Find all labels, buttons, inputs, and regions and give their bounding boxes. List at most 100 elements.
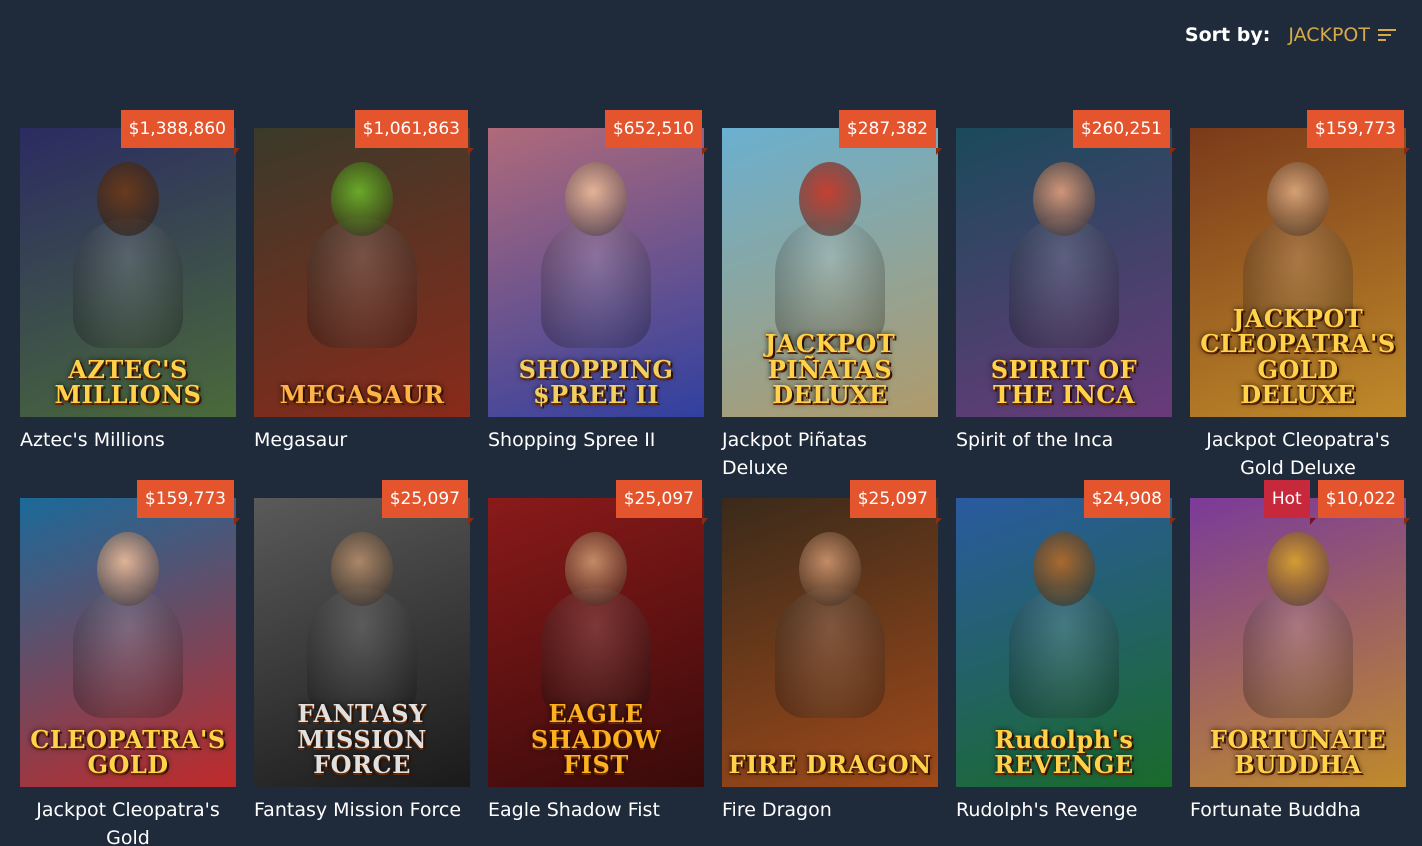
- character-head: [565, 532, 627, 606]
- game-title[interactable]: Eagle Shadow Fist: [488, 796, 704, 824]
- game-card[interactable]: FIRE DRAGON $25,097 Fire Dragon: [722, 480, 943, 846]
- game-title[interactable]: Fantasy Mission Force: [254, 796, 470, 824]
- jackpot-badge: $287,382: [838, 110, 943, 155]
- game-grid: AZTEC'S MILLIONS $1,388,860 Aztec's Millio…: [20, 110, 1411, 846]
- jackpot-badge: $159,773: [1306, 110, 1411, 155]
- game-card[interactable]: FANTASY MISSION FORCE $25,097 Fantasy Miss…: [254, 480, 475, 846]
- game-thumbnail[interactable]: FORTUNATE BUDDHA: [1190, 498, 1406, 787]
- jackpot-badge: $24,908: [1083, 480, 1177, 525]
- character-head: [1033, 162, 1095, 236]
- game-card[interactable]: JACKPOT CLEOPATRA'S GOLD DELUXE $159,773 J…: [1190, 110, 1411, 482]
- game-lobby: Sort by: JACKPOT AZTEC'S MILLIONS $1,388,…: [0, 0, 1422, 846]
- character-head: [1033, 532, 1095, 606]
- game-card[interactable]: MEGASAUR $1,061,863 Megasaur: [254, 110, 475, 480]
- character-head: [799, 532, 861, 606]
- game-logo: AZTEC'S MILLIONS: [54, 354, 202, 409]
- sort-dropdown[interactable]: JACKPOT: [1288, 24, 1396, 46]
- character-head: [565, 162, 627, 236]
- game-thumbnail[interactable]: CLEOPATRA'S GOLD: [20, 498, 236, 787]
- badge-group: $652,510: [604, 110, 709, 155]
- game-logo: Rudolph's REVENGE: [994, 724, 1134, 779]
- game-title[interactable]: Spirit of the Inca: [956, 426, 1172, 454]
- game-thumbnail[interactable]: FIRE DRAGON: [722, 498, 938, 787]
- character-silhouette: [307, 218, 417, 348]
- character-head: [331, 162, 393, 236]
- jackpot-badge: $159,773: [136, 480, 241, 525]
- badge-group: $1,388,860: [120, 110, 241, 155]
- badge-group: $1,061,863: [354, 110, 475, 155]
- game-card[interactable]: FORTUNATE BUDDHA Hot $10,022 Fortunate Budd…: [1190, 480, 1411, 846]
- game-logo: FIRE DRAGON: [728, 749, 932, 779]
- character-silhouette: [1009, 218, 1119, 348]
- sort-label: Sort by:: [1184, 24, 1271, 46]
- game-logo: FORTUNATE BUDDHA: [1209, 724, 1387, 779]
- game-thumbnail[interactable]: FANTASY MISSION FORCE: [254, 498, 470, 787]
- game-thumbnail[interactable]: SHOPPING $PREE II: [488, 128, 704, 417]
- game-title[interactable]: Jackpot Cleopatra's Gold: [20, 796, 236, 846]
- character-silhouette: [775, 588, 885, 718]
- character-head: [799, 162, 861, 236]
- character-head: [1267, 162, 1329, 236]
- game-title[interactable]: Shopping Spree II: [488, 426, 704, 454]
- game-thumbnail[interactable]: MEGASAUR: [254, 128, 470, 417]
- game-card[interactable]: SHOPPING $PREE II $652,510 Shopping Spree …: [488, 110, 709, 480]
- hot-badge: Hot: [1263, 480, 1316, 525]
- game-card[interactable]: EAGLE SHADOW FIST $25,097 Eagle Shadow Fis…: [488, 480, 709, 846]
- game-card[interactable]: AZTEC'S MILLIONS $1,388,860 Aztec's Millio…: [20, 110, 241, 480]
- jackpot-badge: $10,022: [1317, 480, 1411, 525]
- game-title[interactable]: Megasaur: [254, 426, 470, 454]
- game-thumbnail[interactable]: JACKPOT PIÑATAS DELUXE: [722, 128, 938, 417]
- badge-group: $260,251: [1072, 110, 1177, 155]
- game-title[interactable]: Fortunate Buddha: [1190, 796, 1406, 824]
- game-thumbnail[interactable]: Rudolph's REVENGE: [956, 498, 1172, 787]
- game-title[interactable]: Aztec's Millions: [20, 426, 236, 454]
- character-silhouette: [73, 588, 183, 718]
- character-silhouette: [73, 218, 183, 348]
- character-head: [97, 162, 159, 236]
- character-head: [97, 532, 159, 606]
- game-title[interactable]: Rudolph's Revenge: [956, 796, 1172, 824]
- character-silhouette: [541, 218, 651, 348]
- badge-group: $159,773: [1306, 110, 1411, 155]
- jackpot-badge: $260,251: [1072, 110, 1177, 155]
- badge-group: $159,773: [136, 480, 241, 525]
- game-logo: JACKPOT PIÑATAS DELUXE: [764, 329, 896, 409]
- game-logo: MEGASAUR: [279, 379, 445, 409]
- character-head: [1267, 532, 1329, 606]
- game-thumbnail[interactable]: EAGLE SHADOW FIST: [488, 498, 704, 787]
- game-card[interactable]: JACKPOT PIÑATAS DELUXE $287,382 Jackpot Pi…: [722, 110, 943, 482]
- game-thumbnail[interactable]: AZTEC'S MILLIONS: [20, 128, 236, 417]
- game-title[interactable]: Jackpot Piñatas Deluxe: [722, 426, 938, 482]
- game-card[interactable]: SPIRIT OF THE INCA $260,251 Spirit of the …: [956, 110, 1177, 480]
- game-title[interactable]: Fire Dragon: [722, 796, 938, 824]
- game-thumbnail[interactable]: SPIRIT OF THE INCA: [956, 128, 1172, 417]
- sort-bar: Sort by: JACKPOT: [1185, 24, 1396, 46]
- game-logo: CLEOPATRA'S GOLD: [30, 724, 226, 779]
- sort-value: JACKPOT: [1288, 24, 1370, 46]
- jackpot-badge: $652,510: [604, 110, 709, 155]
- game-card[interactable]: Rudolph's REVENGE $24,908 Rudolph's Reveng…: [956, 480, 1177, 846]
- badge-group: $25,097: [615, 480, 709, 525]
- character-silhouette: [1009, 588, 1119, 718]
- game-logo: FANTASY MISSION FORCE: [297, 699, 427, 779]
- character-head: [331, 532, 393, 606]
- game-logo: EAGLE SHADOW FIST: [530, 699, 662, 779]
- badge-group: $24,908: [1083, 480, 1177, 525]
- game-logo: SHOPPING $PREE II: [518, 354, 674, 409]
- game-card[interactable]: CLEOPATRA'S GOLD $159,773 Jackpot Cleopatr…: [20, 480, 241, 846]
- jackpot-badge: $1,061,863: [354, 110, 475, 155]
- jackpot-badge: $25,097: [615, 480, 709, 525]
- character-silhouette: [1243, 588, 1353, 718]
- sort-lines-icon: [1378, 29, 1396, 41]
- badge-group: $25,097: [849, 480, 943, 525]
- badge-group: Hot $10,022: [1263, 480, 1411, 525]
- jackpot-badge: $25,097: [849, 480, 943, 525]
- game-thumbnail[interactable]: JACKPOT CLEOPATRA'S GOLD DELUXE: [1190, 128, 1406, 417]
- game-logo: SPIRIT OF THE INCA: [990, 354, 1138, 409]
- jackpot-badge: $25,097: [381, 480, 475, 525]
- jackpot-badge: $1,388,860: [120, 110, 241, 155]
- badge-group: $25,097: [381, 480, 475, 525]
- game-logo: JACKPOT CLEOPATRA'S GOLD DELUXE: [1200, 304, 1396, 409]
- game-title[interactable]: Jackpot Cleopatra's Gold Deluxe: [1190, 426, 1406, 482]
- badge-group: $287,382: [838, 110, 943, 155]
